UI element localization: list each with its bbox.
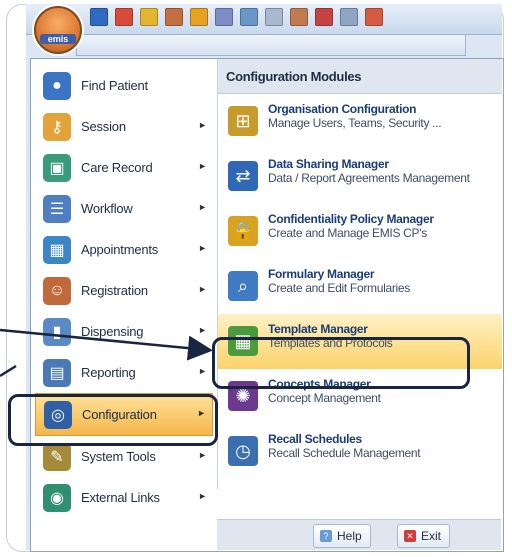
callout-arrows: [0, 328, 213, 378]
application-orb-button[interactable]: emis: [34, 6, 82, 54]
app-logo: emis: [40, 34, 76, 44]
